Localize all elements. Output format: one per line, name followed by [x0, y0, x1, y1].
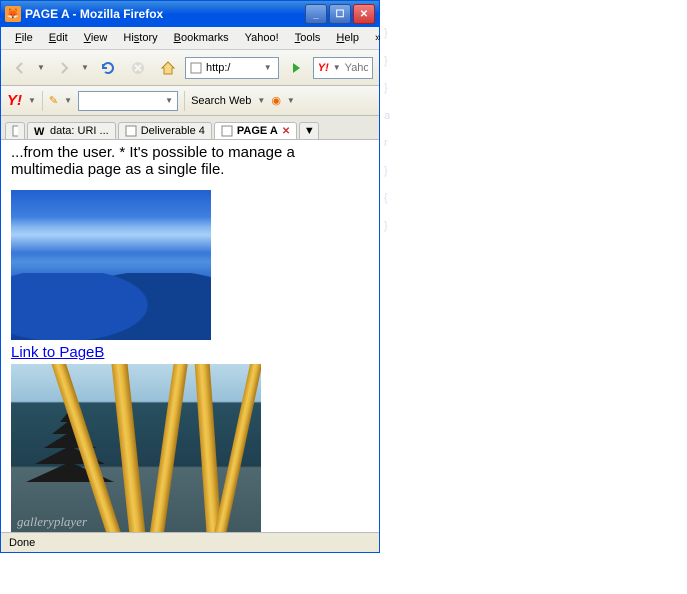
yahoo-logo[interactable]: Y!	[7, 92, 22, 109]
status-bar: Done	[1, 532, 379, 552]
search-bar[interactable]: Y! ▼	[313, 57, 373, 79]
maximize-button[interactable]: ☐	[329, 4, 351, 24]
search-web-button[interactable]: Search Web	[191, 95, 251, 107]
svg-text:W: W	[34, 126, 45, 137]
window-title: PAGE A - Mozilla Firefox	[25, 7, 305, 21]
status-text: Done	[9, 537, 35, 549]
wikipedia-icon: W	[34, 125, 46, 137]
watermark: galleryplayer	[17, 514, 87, 530]
go-button[interactable]	[283, 55, 309, 81]
titlebar: 🦊 PAGE A - Mozilla Firefox _ ☐ ✕	[1, 1, 379, 27]
link-to-page-b[interactable]: Link to PageB	[11, 344, 104, 361]
address-bar[interactable]: ▼	[185, 57, 279, 79]
forward-dropdown[interactable]: ▼	[81, 63, 91, 72]
tab-data-uri[interactable]: W data: URI ...	[27, 122, 116, 139]
yahoo-toolbar: Y! ▼ ✎ ▼ ▼ Search Web ▼ ◉ ▼	[1, 86, 379, 116]
background-window: }}}ar}{}	[380, 0, 687, 594]
back-button[interactable]	[7, 55, 33, 81]
nav-toolbar: ▼ ▼ ▼ Y! ▼	[1, 50, 379, 86]
page-content[interactable]: ...from the user. * It's possible to man…	[1, 140, 379, 532]
menubar: File Edit View History Bookmarks Yahoo! …	[1, 27, 379, 50]
minimize-button[interactable]: _	[305, 4, 327, 24]
menu-file[interactable]: File	[7, 29, 41, 47]
window-buttons: _ ☐ ✕	[305, 4, 375, 24]
menu-yahoo[interactable]: Yahoo!	[237, 29, 287, 47]
yahoo-search-box[interactable]: ▼	[78, 91, 178, 111]
forward-button[interactable]	[51, 55, 77, 81]
search-input[interactable]	[345, 62, 368, 74]
tab-bar: W data: URI ... Deliverable 4 PAGE A ✕ ▼	[1, 116, 379, 140]
new-tab-button[interactable]	[5, 122, 25, 139]
page-icon	[125, 125, 137, 137]
target-icon[interactable]: ◉	[271, 94, 281, 107]
menu-edit[interactable]: Edit	[41, 29, 76, 47]
yahoo-search-icon: Y!	[318, 62, 329, 74]
tab-close-icon[interactable]: ✕	[282, 126, 290, 137]
home-button[interactable]	[155, 55, 181, 81]
mountains-image	[11, 190, 211, 340]
body-text: ...from the user. * It's possible to man…	[11, 144, 369, 178]
tab-overflow[interactable]: ▼	[299, 122, 319, 139]
stop-button[interactable]	[125, 55, 151, 81]
pencil-icon[interactable]: ✎	[49, 94, 58, 107]
menu-history[interactable]: History	[115, 29, 165, 47]
menu-bookmarks[interactable]: Bookmarks	[166, 29, 237, 47]
browser-window: 🦊 PAGE A - Mozilla Firefox _ ☐ ✕ File Ed…	[0, 0, 380, 553]
back-dropdown[interactable]: ▼	[37, 63, 47, 72]
tab-deliverable[interactable]: Deliverable 4	[118, 122, 212, 139]
url-input[interactable]	[206, 62, 260, 74]
page-icon	[190, 62, 202, 74]
url-dropdown[interactable]: ▼	[264, 63, 274, 72]
menu-view[interactable]: View	[76, 29, 116, 47]
firefox-icon: 🦊	[5, 6, 21, 22]
menu-tools[interactable]: Tools	[287, 29, 329, 47]
reload-button[interactable]	[95, 55, 121, 81]
menu-help[interactable]: Help	[328, 29, 367, 47]
page-icon	[221, 125, 233, 137]
tab-page-a[interactable]: PAGE A ✕	[214, 122, 297, 139]
bamboo-image: galleryplayer	[11, 364, 261, 532]
close-button[interactable]: ✕	[353, 4, 375, 24]
